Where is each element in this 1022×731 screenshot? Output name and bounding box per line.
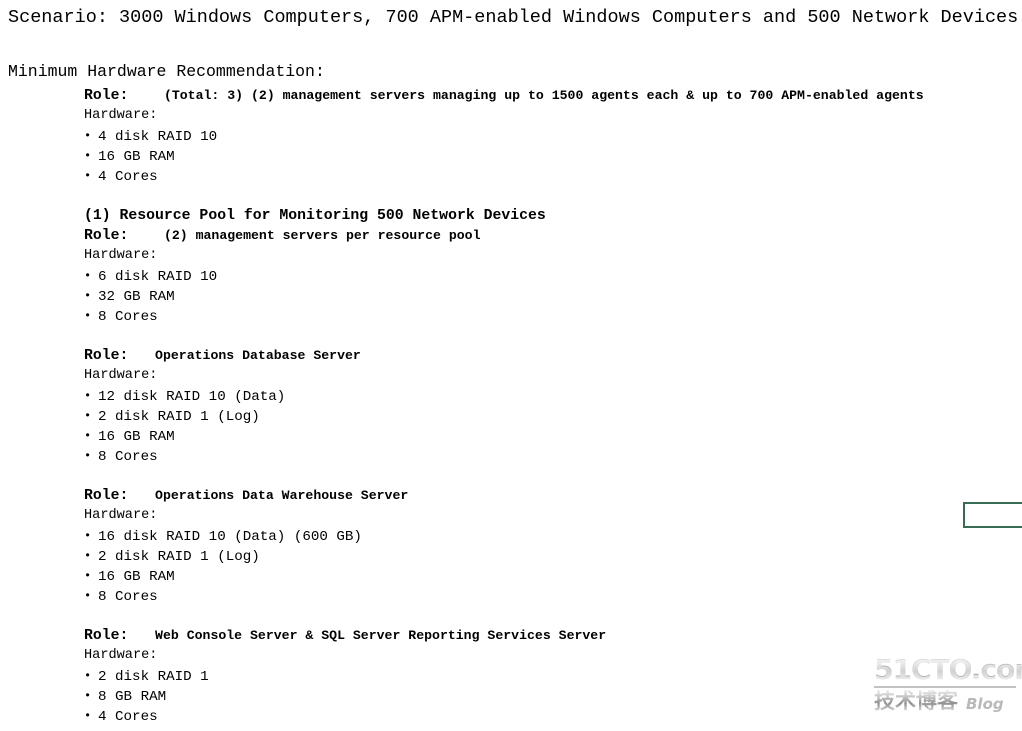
role-line: Role: (2) management servers per resourc… bbox=[0, 226, 1022, 246]
hardware-label: Hardware: bbox=[84, 648, 158, 663]
hardware-item: • 16 GB RAM bbox=[0, 426, 1022, 446]
hardware-item: • 2 disk RAID 1 bbox=[0, 666, 1022, 686]
bullet-icon: • bbox=[84, 689, 92, 703]
role-line: Role: Web Console Server & SQL Server Re… bbox=[0, 626, 1022, 646]
hardware-item-label: 16 disk RAID 10 (Data) (600 GB) bbox=[98, 529, 362, 545]
role-group: (1) Resource Pool for Monitoring 500 Net… bbox=[0, 206, 1022, 326]
role-line: Role: Operations Database Server bbox=[0, 346, 1022, 366]
bullet-icon: • bbox=[84, 529, 92, 543]
role-group: Role: Operations Database Server Hardware… bbox=[0, 346, 1022, 466]
bullet-icon: • bbox=[84, 169, 92, 183]
role-group: Role: Web Console Server & SQL Server Re… bbox=[0, 626, 1022, 726]
role-detail: Operations Database Server bbox=[155, 348, 361, 363]
watermark-secondary-en: Blog bbox=[966, 695, 1004, 713]
hardware-item: • 16 GB RAM bbox=[0, 146, 1022, 166]
watermark-primary-text: 51CTO.com bbox=[874, 655, 1022, 685]
role-group: Role: (Total: 3) (2) management servers … bbox=[0, 86, 1022, 186]
hardware-item-label: 6 disk RAID 10 bbox=[98, 269, 218, 285]
hardware-item-label: 8 Cores bbox=[98, 589, 158, 605]
bullet-icon: • bbox=[84, 269, 92, 283]
bullet-icon: • bbox=[84, 309, 92, 323]
hardware-item: • 2 disk RAID 1 (Log) bbox=[0, 406, 1022, 426]
document-page: Scenario: 3000 Windows Computers, 700 AP… bbox=[0, 0, 1022, 731]
role-indent-spacer bbox=[128, 228, 164, 244]
role-label: Role: bbox=[84, 88, 129, 104]
hardware-item-label: 4 disk RAID 10 bbox=[98, 129, 218, 145]
role-indent-spacer bbox=[128, 88, 164, 104]
bullet-icon: • bbox=[84, 449, 92, 463]
hardware-label: Hardware: bbox=[84, 508, 158, 523]
hardware-item-label: 2 disk RAID 1 (Log) bbox=[98, 409, 260, 425]
role-detail: (Total: 3) (2) management servers managi… bbox=[163, 88, 924, 103]
hardware-item-label: 16 GB RAM bbox=[98, 149, 175, 165]
bullet-icon: • bbox=[84, 409, 92, 423]
hardware-item: • 6 disk RAID 10 bbox=[0, 266, 1022, 286]
section-title-minimum-hardware-recommendation: Minimum Hardware Recommendation: bbox=[8, 62, 325, 81]
role-group: Role: Operations Data Warehouse Server Ha… bbox=[0, 486, 1022, 606]
hardware-item: • 16 GB RAM bbox=[0, 566, 1022, 586]
hardware-item-label: 4 Cores bbox=[98, 709, 158, 725]
bullet-icon: • bbox=[84, 129, 92, 143]
role-detail: (2) management servers per resource pool bbox=[163, 228, 481, 243]
bullet-icon: • bbox=[84, 669, 92, 683]
hardware-item-label: 4 Cores bbox=[98, 169, 158, 185]
hardware-item: • 32 GB RAM bbox=[0, 286, 1022, 306]
hardware-label: Hardware: bbox=[84, 248, 158, 263]
hardware-item: • 8 Cores bbox=[0, 306, 1022, 326]
watermark-secondary-row: 技术博客 Blog bbox=[874, 689, 1022, 714]
hardware-item: • 12 disk RAID 10 (Data) bbox=[0, 386, 1022, 406]
annotation-highlight-box[interactable] bbox=[963, 502, 1022, 528]
hardware-item-label: 32 GB RAM bbox=[98, 289, 175, 305]
hardware-item: • 4 Cores bbox=[0, 706, 1022, 726]
scenario-title: Scenario: 3000 Windows Computers, 700 AP… bbox=[8, 7, 1019, 28]
bullet-icon: • bbox=[84, 429, 92, 443]
hardware-item-label: 2 disk RAID 1 (Log) bbox=[98, 549, 260, 565]
hardware-label: Hardware: bbox=[84, 368, 158, 383]
watermark-divider bbox=[874, 686, 1016, 688]
role-label: Role: bbox=[84, 228, 129, 244]
watermark-secondary-cn: 技术博客 bbox=[874, 689, 958, 713]
hardware-item: • 8 Cores bbox=[0, 586, 1022, 606]
watermark-51cto: 51CTO.com 技术博客 Blog bbox=[874, 655, 1022, 717]
hardware-label: Hardware: bbox=[84, 108, 158, 123]
hardware-item: • 4 Cores bbox=[0, 166, 1022, 186]
hardware-recommendation-list: Role: (Total: 3) (2) management servers … bbox=[0, 86, 1022, 726]
role-indent-spacer bbox=[128, 348, 155, 364]
hardware-item-label: 16 GB RAM bbox=[98, 429, 175, 445]
hardware-item: • 2 disk RAID 1 (Log) bbox=[0, 546, 1022, 566]
bullet-icon: • bbox=[84, 549, 92, 563]
hardware-item-label: 16 GB RAM bbox=[98, 569, 175, 585]
hardware-item-label: 12 disk RAID 10 (Data) bbox=[98, 389, 286, 405]
role-detail: Web Console Server & SQL Server Reportin… bbox=[155, 628, 607, 643]
role-line: Role: (Total: 3) (2) management servers … bbox=[0, 86, 1022, 106]
resource-pool-header: (1) Resource Pool for Monitoring 500 Net… bbox=[84, 208, 546, 224]
hardware-item-label: 8 Cores bbox=[98, 449, 158, 465]
hardware-item: • 8 Cores bbox=[0, 446, 1022, 466]
role-line: Role: Operations Data Warehouse Server bbox=[0, 486, 1022, 506]
bullet-icon: • bbox=[84, 149, 92, 163]
hardware-item: • 16 disk RAID 10 (Data) (600 GB) bbox=[0, 526, 1022, 546]
hardware-item: • 4 disk RAID 10 bbox=[0, 126, 1022, 146]
role-indent-spacer bbox=[128, 628, 155, 644]
bullet-icon: • bbox=[84, 389, 92, 403]
role-label: Role: bbox=[84, 348, 129, 364]
bullet-icon: • bbox=[84, 289, 92, 303]
bullet-icon: • bbox=[84, 709, 92, 723]
hardware-item-label: 2 disk RAID 1 bbox=[98, 669, 209, 685]
hardware-item: • 8 GB RAM bbox=[0, 686, 1022, 706]
hardware-item-label: 8 Cores bbox=[98, 309, 158, 325]
role-label: Role: bbox=[84, 628, 129, 644]
bullet-icon: • bbox=[84, 569, 92, 583]
hardware-item-label: 8 GB RAM bbox=[98, 689, 167, 705]
bullet-icon: • bbox=[84, 589, 92, 603]
role-indent-spacer bbox=[128, 488, 155, 504]
role-detail: Operations Data Warehouse Server bbox=[155, 488, 409, 503]
role-label: Role: bbox=[84, 488, 129, 504]
